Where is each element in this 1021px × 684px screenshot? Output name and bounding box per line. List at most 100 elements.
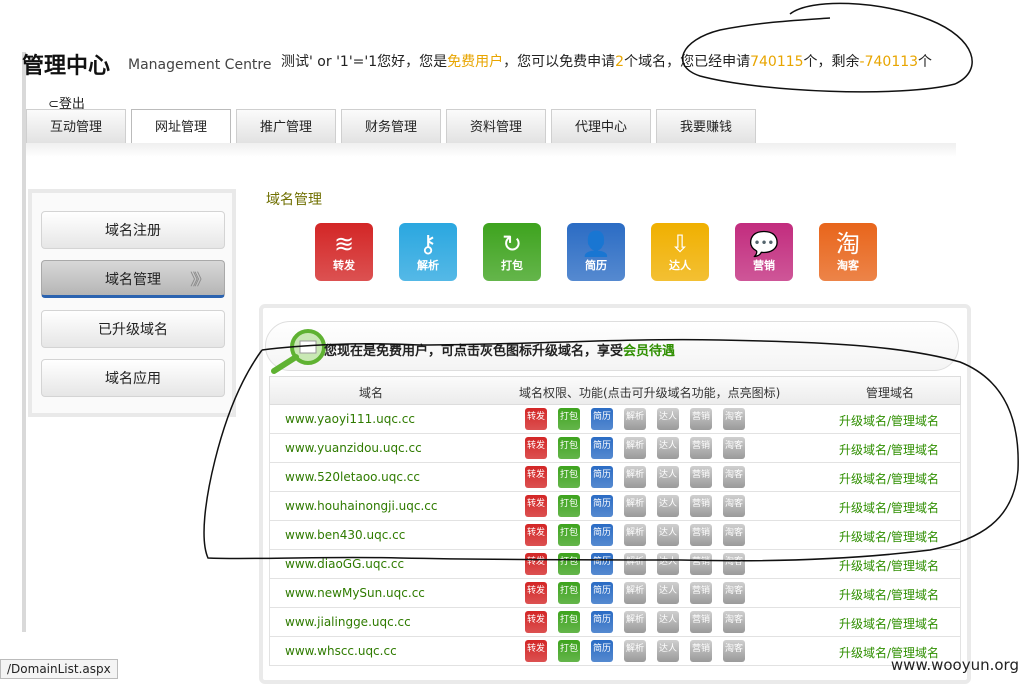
tab-interaction[interactable]: 互动管理 (26, 109, 126, 143)
function-icon-6[interactable]: 淘客 (723, 582, 745, 604)
sidebar-item-domain-management[interactable]: 域名管理 》》 (41, 260, 225, 298)
domain-link[interactable]: www.newMySun.uqc.cc (285, 586, 425, 600)
function-icon-1[interactable]: 打包 (558, 611, 580, 633)
function-icon-4[interactable]: 达人 (657, 524, 679, 546)
function-icon-3[interactable]: 解析 (624, 408, 646, 430)
function-icon-4[interactable]: 达人 (657, 611, 679, 633)
function-icon-2[interactable]: 简历 (591, 640, 613, 662)
function-icon-2[interactable]: 简历 (591, 437, 613, 459)
function-icon-4[interactable]: 达人 (657, 582, 679, 604)
manage-link[interactable]: 升级域名/管理域名 (839, 528, 939, 545)
watermark: www.wooyun.org (890, 656, 1019, 674)
function-icon-0[interactable]: 转发 (525, 466, 547, 488)
function-icon-6[interactable]: 淘客 (723, 466, 745, 488)
feature-icon-3[interactable]: 👤 简历 (567, 223, 625, 281)
domain-link[interactable]: www.houhainongji.uqc.cc (285, 499, 437, 513)
function-icon-5[interactable]: 营销 (690, 553, 712, 575)
function-icon-2[interactable]: 简历 (591, 524, 613, 546)
feature-icon-1[interactable]: ⚷ 解析 (399, 223, 457, 281)
function-icon-4[interactable]: 达人 (657, 408, 679, 430)
feature-icon-2[interactable]: ↻ 打包 (483, 223, 541, 281)
manage-link[interactable]: 升级域名/管理域名 (839, 441, 939, 458)
function-icon-0[interactable]: 转发 (525, 524, 547, 546)
manage-link[interactable]: 升级域名/管理域名 (839, 557, 939, 574)
function-icon-2[interactable]: 简历 (591, 408, 613, 430)
function-icon-6[interactable]: 淘客 (723, 524, 745, 546)
function-icon-2[interactable]: 简历 (591, 582, 613, 604)
tab-url-management[interactable]: 网址管理 (131, 109, 231, 145)
sidebar-item-register[interactable]: 域名注册 (41, 211, 225, 249)
function-icon-2[interactable]: 简历 (591, 495, 613, 517)
function-icon-6[interactable]: 淘客 (723, 553, 745, 575)
function-icon-5[interactable]: 营销 (690, 466, 712, 488)
function-icon-3[interactable]: 解析 (624, 495, 646, 517)
member-benefits-link[interactable]: 会员待遇 (623, 344, 675, 359)
domain-link[interactable]: www.whscc.uqc.cc (285, 644, 397, 658)
function-icon-5[interactable]: 营销 (690, 437, 712, 459)
tab-earn-money[interactable]: 我要赚钱 (656, 109, 756, 143)
function-icon-4[interactable]: 达人 (657, 466, 679, 488)
function-icon-4[interactable]: 达人 (657, 495, 679, 517)
function-icon-2[interactable]: 简历 (591, 611, 613, 633)
function-icon-4[interactable]: 达人 (657, 640, 679, 662)
function-icon-5[interactable]: 营销 (690, 611, 712, 633)
function-icon-1[interactable]: 打包 (558, 553, 580, 575)
function-icon-0[interactable]: 转发 (525, 408, 547, 430)
function-icon-4[interactable]: 达人 (657, 437, 679, 459)
function-icon-1[interactable]: 打包 (558, 495, 580, 517)
domain-link[interactable]: www.diaoGG.uqc.cc (285, 557, 404, 571)
function-icon-5[interactable]: 营销 (690, 495, 712, 517)
function-icon-2[interactable]: 简历 (591, 553, 613, 575)
tab-profile[interactable]: 资料管理 (446, 109, 546, 143)
function-icon-3[interactable]: 解析 (624, 553, 646, 575)
function-icon-0[interactable]: 转发 (525, 640, 547, 662)
function-icon-3[interactable]: 解析 (624, 640, 646, 662)
function-icon-3[interactable]: 解析 (624, 466, 646, 488)
domain-link[interactable]: www.520letaoo.uqc.cc (285, 470, 420, 484)
tab-agent[interactable]: 代理中心 (551, 109, 651, 143)
function-icon-1[interactable]: 打包 (558, 437, 580, 459)
function-icon-2[interactable]: 简历 (591, 466, 613, 488)
function-icon-6[interactable]: 淘客 (723, 408, 745, 430)
sidebar-item-domain-apps[interactable]: 域名应用 (41, 359, 225, 397)
manage-link[interactable]: 升级域名/管理域名 (839, 499, 939, 516)
function-icon-6[interactable]: 淘客 (723, 640, 745, 662)
manage-link[interactable]: 升级域名/管理域名 (839, 412, 939, 429)
function-icon-3[interactable]: 解析 (624, 524, 646, 546)
feature-icon-5[interactable]: 💬 营销 (735, 223, 793, 281)
function-icon-0[interactable]: 转发 (525, 582, 547, 604)
domain-link[interactable]: www.ben430.uqc.cc (285, 528, 405, 542)
manage-link[interactable]: 升级域名/管理域名 (839, 615, 939, 632)
function-icon-4[interactable]: 达人 (657, 553, 679, 575)
tab-finance[interactable]: 财务管理 (341, 109, 441, 143)
function-icon-1[interactable]: 打包 (558, 582, 580, 604)
function-icon-1[interactable]: 打包 (558, 466, 580, 488)
function-icon-3[interactable]: 解析 (624, 582, 646, 604)
function-icon-0[interactable]: 转发 (525, 611, 547, 633)
feature-icon-4[interactable]: ⇩ 达人 (651, 223, 709, 281)
function-icon-5[interactable]: 营销 (690, 524, 712, 546)
function-icon-6[interactable]: 淘客 (723, 495, 745, 517)
feature-icon-0[interactable]: ≋ 转发 (315, 223, 373, 281)
function-icon-0[interactable]: 转发 (525, 437, 547, 459)
manage-link[interactable]: 升级域名/管理域名 (839, 586, 939, 603)
function-icon-6[interactable]: 淘客 (723, 437, 745, 459)
function-icon-0[interactable]: 转发 (525, 553, 547, 575)
function-icon-5[interactable]: 营销 (690, 582, 712, 604)
function-icon-5[interactable]: 营销 (690, 640, 712, 662)
function-icon-1[interactable]: 打包 (558, 524, 580, 546)
domain-link[interactable]: www.yuanzidou.uqc.cc (285, 441, 422, 455)
function-icon-5[interactable]: 营销 (690, 408, 712, 430)
sidebar-item-upgraded[interactable]: 已升级域名 (41, 310, 225, 348)
function-icon-0[interactable]: 转发 (525, 495, 547, 517)
function-icon-3[interactable]: 解析 (624, 437, 646, 459)
domain-link[interactable]: www.yaoyi111.uqc.cc (285, 412, 415, 426)
function-icon-3[interactable]: 解析 (624, 611, 646, 633)
function-icon-6[interactable]: 淘客 (723, 611, 745, 633)
manage-link[interactable]: 升级域名/管理域名 (839, 470, 939, 487)
function-icon-1[interactable]: 打包 (558, 408, 580, 430)
domain-link[interactable]: www.jialingge.uqc.cc (285, 615, 411, 629)
feature-icon-6[interactable]: 淘淘客 (819, 223, 877, 281)
function-icon-1[interactable]: 打包 (558, 640, 580, 662)
tab-promotion[interactable]: 推广管理 (236, 109, 336, 143)
